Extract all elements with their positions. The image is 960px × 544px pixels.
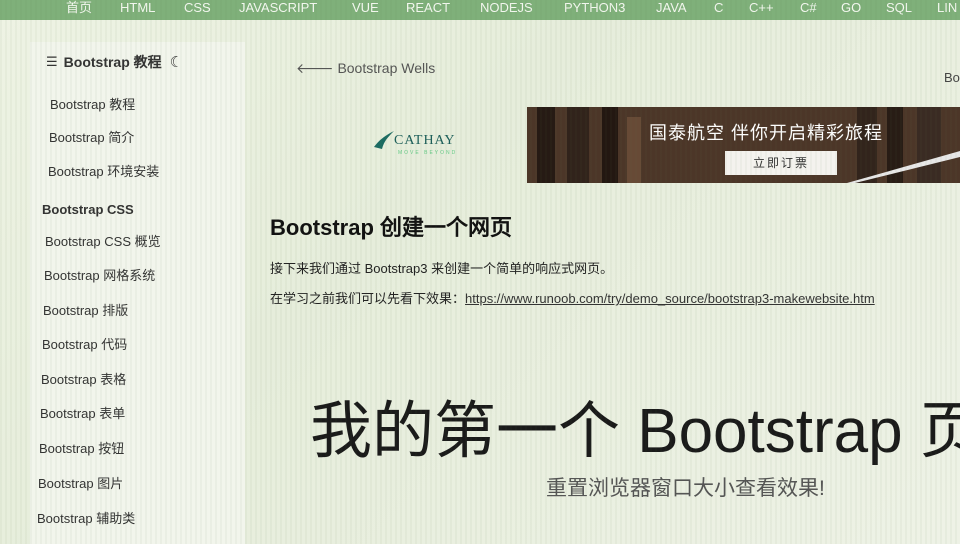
sidebar-item-typography[interactable]: Bootstrap 排版 <box>43 300 128 319</box>
sidebar-item-images[interactable]: Bootstrap 图片 <box>38 473 123 492</box>
ad-brand: CATHAY <box>394 133 456 148</box>
nav-item-linux[interactable]: LIN <box>937 0 957 16</box>
nav-item-javascript[interactable]: JAVASCRIPT <box>239 0 317 16</box>
sidebar-item-code[interactable]: Bootstrap 代码 <box>42 334 127 353</box>
top-navigation: 首页 HTML CSS JAVASCRIPT VUE REACT NODEJS … <box>0 0 960 20</box>
page: 首页 HTML CSS JAVASCRIPT VUE REACT NODEJS … <box>0 0 960 544</box>
arrow-left-icon: 🡐 <box>296 60 334 76</box>
next-page-link[interactable]: Bo <box>944 70 960 85</box>
swoosh-decoration <box>847 151 960 183</box>
sidebar-item-bootstrap-install[interactable]: Bootstrap 环境安装 <box>48 161 159 180</box>
page-title: Bootstrap 创建一个网页 <box>270 215 513 240</box>
ad-slogan: 国泰航空 伴你开启精彩旅程 <box>649 123 883 143</box>
sidebar-item-forms[interactable]: Bootstrap 表单 <box>40 403 125 422</box>
nav-item-csharp[interactable]: C# <box>800 0 817 16</box>
nav-item-c[interactable]: C <box>714 0 723 16</box>
nav-item-html[interactable]: HTML <box>120 0 155 16</box>
nav-item-nodejs[interactable]: NODEJS <box>480 0 533 16</box>
sidebar: ☰ Bootstrap 教程 ☾ Bootstrap 教程 Bootstrap … <box>30 42 245 544</box>
nav-item-css[interactable]: CSS <box>184 0 211 16</box>
intro-paragraph: 接下来我们通过 Bootstrap3 来创建一个简单的响应式网页。 <box>270 261 614 276</box>
sidebar-group-css: Bootstrap CSS <box>42 202 134 217</box>
demo-paragraph: 在学习之前我们可以先看下效果：https://www.runoob.com/tr… <box>270 288 875 307</box>
sidebar-item-grid-system[interactable]: Bootstrap 网格系统 <box>44 265 155 284</box>
cathay-logo: CATHAY MOVE BEYOND <box>370 125 490 165</box>
nav-item-vue[interactable]: VUE <box>352 0 379 16</box>
nav-item-sql[interactable]: SQL <box>886 0 912 16</box>
sidebar-item-bootstrap-intro[interactable]: Bootstrap 简介 <box>49 127 134 146</box>
book-now-button[interactable]: 立即订票 <box>725 151 837 175</box>
sidebar-item-tables[interactable]: Bootstrap 表格 <box>41 369 126 388</box>
demo-paragraph-text: 在学习之前我们可以先看下效果： <box>270 291 466 306</box>
nav-item-react[interactable]: REACT <box>406 0 450 16</box>
sidebar-title: Bootstrap 教程 <box>63 54 162 70</box>
sidebar-item-buttons[interactable]: Bootstrap 按钮 <box>39 438 124 457</box>
moon-icon[interactable]: ☾ <box>170 53 183 71</box>
nav-item-python3[interactable]: PYTHON3 <box>564 0 625 16</box>
demo-page-subtitle: 重置浏览器窗口大小查看效果! <box>546 477 825 500</box>
demo-page-title: 我的第一个 Bootstrap 页 <box>310 397 960 466</box>
nav-item-home[interactable]: 首页 <box>66 0 92 16</box>
sidebar-header: ☰ Bootstrap 教程 ☾ <box>46 52 183 72</box>
advertisement[interactable]: CATHAY MOVE BEYOND 国泰航空 伴你开启精彩旅程 立即订票 <box>345 105 960 185</box>
ad-tagline: MOVE BEYOND <box>398 150 458 156</box>
previous-page-link[interactable]: 🡐 Bootstrap Wells <box>296 60 435 77</box>
brushwing-icon <box>374 131 394 149</box>
nav-item-cpp[interactable]: C++ <box>749 0 774 16</box>
demo-link[interactable]: https://www.runoob.com/try/demo_source/b… <box>465 291 875 306</box>
nav-item-go[interactable]: GO <box>841 0 861 16</box>
sidebar-item-helper-classes[interactable]: Bootstrap 辅助类 <box>37 508 135 527</box>
previous-page-label: Bootstrap Wells <box>337 60 436 76</box>
ad-banner[interactable]: 国泰航空 伴你开启精彩旅程 立即订票 <box>527 107 960 183</box>
nav-item-java[interactable]: JAVA <box>656 0 687 16</box>
sidebar-item-css-overview[interactable]: Bootstrap CSS 概览 <box>45 231 161 250</box>
list-icon: ☰ <box>46 54 58 69</box>
sidebar-item-bootstrap-tutorial[interactable]: Bootstrap 教程 <box>50 94 135 113</box>
